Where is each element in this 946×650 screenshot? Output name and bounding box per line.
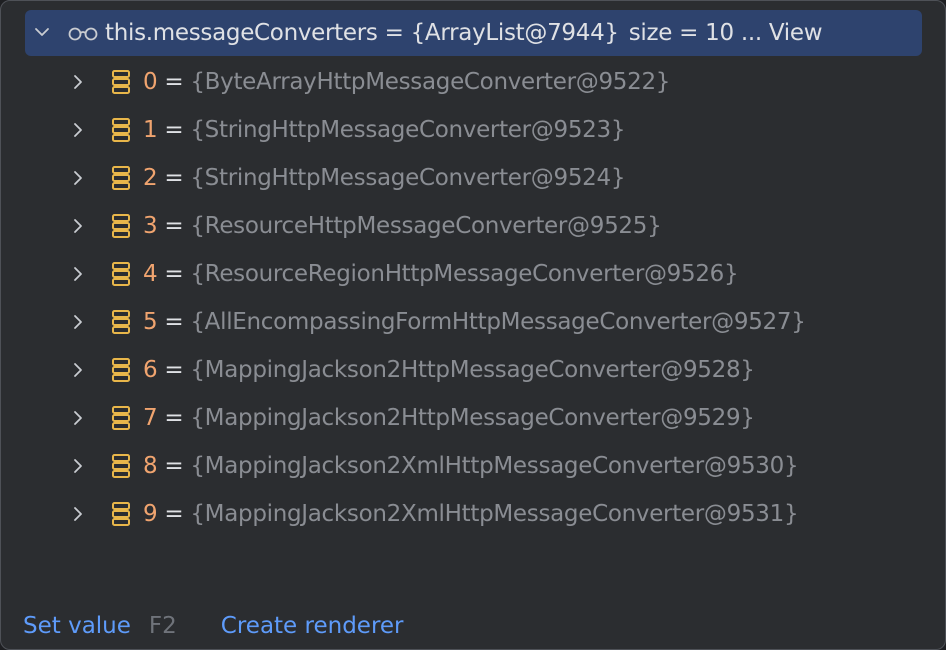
child-index: 6 [143, 357, 158, 383]
field-icon [112, 406, 130, 430]
field-icon [112, 310, 130, 334]
child-value: {ResourceHttpMessageConverter@9525} [190, 213, 662, 239]
child-text: 8 = {MappingJackson2XmlHttpMessageConver… [143, 451, 799, 481]
child-index: 5 [143, 309, 158, 335]
equals-sign: = [157, 165, 191, 191]
variable-name: this.messageConverters [105, 20, 378, 46]
child-text: 7 = {MappingJackson2HttpMessageConverter… [143, 403, 755, 433]
chevron-right-icon[interactable] [69, 216, 87, 236]
debugger-value-popup: this.messageConverters = {ArrayList@7944… [0, 0, 946, 650]
chevron-right-icon[interactable] [69, 408, 87, 428]
equals-sign: = [377, 20, 411, 46]
tree-child-row[interactable]: 9 = {MappingJackson2XmlHttpMessageConver… [1, 490, 945, 538]
child-value: {MappingJackson2XmlHttpMessageConverter@… [190, 453, 799, 479]
field-icon [112, 358, 130, 382]
child-text: 1 = {StringHttpMessageConverter@9523} [143, 115, 625, 145]
equals-sign: = [157, 309, 191, 335]
child-index: 0 [143, 69, 158, 95]
child-text: 6 = {MappingJackson2HttpMessageConverter… [143, 355, 755, 385]
children-list: 0 = {ByteArrayHttpMessageConverter@9522}… [1, 58, 945, 538]
tree-root-row[interactable]: this.messageConverters = {ArrayList@7944… [25, 10, 922, 56]
popup-footer: Set value F2 Create renderer [23, 610, 404, 642]
chevron-right-icon[interactable] [69, 312, 87, 332]
glasses-icon [68, 27, 98, 41]
child-text: 9 = {MappingJackson2XmlHttpMessageConver… [143, 499, 799, 529]
tree-child-row[interactable]: 4 = {ResourceRegionHttpMessageConverter@… [1, 250, 945, 298]
chevron-right-icon[interactable] [69, 456, 87, 476]
child-index: 2 [143, 165, 158, 191]
equals-sign: = [157, 117, 191, 143]
child-text: 4 = {ResourceRegionHttpMessageConverter@… [143, 259, 739, 289]
chevron-right-icon[interactable] [69, 264, 87, 284]
field-icon [112, 262, 130, 286]
child-value: {StringHttpMessageConverter@9523} [190, 117, 626, 143]
set-value-shortcut: F2 [148, 613, 177, 639]
chevron-right-icon[interactable] [69, 504, 87, 524]
field-icon [112, 166, 130, 190]
equals-sign: = [157, 501, 191, 527]
chevron-right-icon[interactable] [69, 72, 87, 92]
child-text: 5 = {AllEncompassingFormHttpMessageConve… [143, 307, 806, 337]
child-text: 3 = {ResourceHttpMessageConverter@9525} [143, 211, 662, 241]
set-value-link[interactable]: Set value [23, 613, 131, 639]
variable-value: {ArrayList@7944} [410, 20, 619, 46]
tree-child-row[interactable]: 7 = {MappingJackson2HttpMessageConverter… [1, 394, 945, 442]
ellipsis: ... [733, 20, 769, 46]
child-index: 1 [143, 117, 158, 143]
child-value: {AllEncompassingFormHttpMessageConverter… [190, 309, 806, 335]
chevron-right-icon[interactable] [69, 360, 87, 380]
field-icon [112, 502, 130, 526]
child-index: 8 [143, 453, 158, 479]
child-value: {ByteArrayHttpMessageConverter@9522} [190, 69, 671, 95]
tree-child-row[interactable]: 8 = {MappingJackson2XmlHttpMessageConver… [1, 442, 945, 490]
field-icon [112, 454, 130, 478]
child-text: 2 = {StringHttpMessageConverter@9524} [143, 163, 625, 193]
child-value: {ResourceRegionHttpMessageConverter@9526… [190, 261, 739, 287]
equals-sign: = [157, 69, 191, 95]
size-label: size = 10 [628, 20, 734, 46]
root-variable-text: this.messageConverters = {ArrayList@7944… [105, 18, 823, 48]
equals-sign: = [157, 261, 191, 287]
create-renderer-link[interactable]: Create renderer [221, 613, 404, 639]
chevron-down-icon[interactable] [33, 23, 51, 41]
field-icon [112, 70, 130, 94]
child-index: 7 [143, 405, 158, 431]
tree-child-row[interactable]: 5 = {AllEncompassingFormHttpMessageConve… [1, 298, 945, 346]
child-value: {MappingJackson2XmlHttpMessageConverter@… [190, 501, 799, 527]
chevron-right-icon[interactable] [69, 120, 87, 140]
chevron-right-icon[interactable] [69, 168, 87, 188]
equals-sign: = [157, 357, 191, 383]
field-icon [112, 118, 130, 142]
tree-child-row[interactable]: 1 = {StringHttpMessageConverter@9523} [1, 106, 945, 154]
equals-sign: = [157, 213, 191, 239]
view-link[interactable]: View [769, 20, 823, 46]
tree-child-row[interactable]: 3 = {ResourceHttpMessageConverter@9525} [1, 202, 945, 250]
tree-child-row[interactable]: 0 = {ByteArrayHttpMessageConverter@9522} [1, 58, 945, 106]
child-index: 9 [143, 501, 158, 527]
field-icon [112, 214, 130, 238]
child-value: {StringHttpMessageConverter@9524} [190, 165, 626, 191]
child-index: 3 [143, 213, 158, 239]
child-text: 0 = {ByteArrayHttpMessageConverter@9522} [143, 67, 670, 97]
child-index: 4 [143, 261, 158, 287]
child-value: {MappingJackson2HttpMessageConverter@952… [190, 357, 755, 383]
tree-child-row[interactable]: 6 = {MappingJackson2HttpMessageConverter… [1, 346, 945, 394]
tree-child-row[interactable]: 2 = {StringHttpMessageConverter@9524} [1, 154, 945, 202]
equals-sign: = [157, 405, 191, 431]
equals-sign: = [157, 453, 191, 479]
child-value: {MappingJackson2HttpMessageConverter@952… [190, 405, 755, 431]
